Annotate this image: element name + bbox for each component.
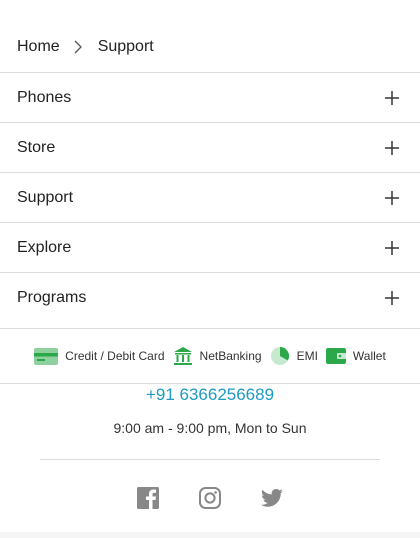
support-phone-link[interactable]: +91 6366256689 [0, 385, 420, 405]
accordion-label: Support [17, 188, 74, 206]
payment-emi: EMI [270, 346, 318, 366]
support-hours: 9:00 am - 9:00 pm, Mon to Sun [113, 420, 307, 436]
credit-card-icon [34, 347, 59, 365]
plus-icon [385, 190, 399, 205]
plus-icon [385, 90, 399, 105]
breadcrumb-home-link[interactable]: Home [17, 38, 60, 56]
accordion-item-store[interactable]: Store [0, 122, 420, 172]
accordion-item-explore[interactable]: Explore [0, 222, 420, 272]
social-links [0, 486, 420, 510]
instagram-icon[interactable] [198, 486, 222, 510]
accordion-item-phones[interactable]: Phones [0, 72, 420, 122]
payment-card: Credit / Debit Card [34, 347, 165, 365]
twitter-icon[interactable] [260, 486, 284, 510]
payment-netbanking: NetBanking [173, 346, 262, 366]
bottom-band [0, 532, 420, 538]
accordion-item-programs[interactable]: Programs [0, 272, 420, 322]
accordion-label: Store [17, 138, 56, 156]
footer-accordion: Phones Store Support Explore Programs [0, 72, 420, 322]
pie-icon [270, 347, 289, 365]
breadcrumb-current: Support [97, 38, 154, 55]
accordion-label: Programs [17, 288, 87, 306]
accordion-label: Phones [17, 88, 72, 106]
chevron-right-icon [74, 40, 84, 54]
divider [40, 459, 380, 460]
payment-card-label: Credit / Debit Card [65, 349, 165, 363]
payment-wallet: Wallet [325, 348, 386, 364]
accordion-label: Explore [17, 238, 72, 256]
payment-methods: Credit / Debit Card NetBanking EMI Walle… [0, 328, 420, 384]
plus-icon [385, 290, 399, 305]
plus-icon [385, 140, 399, 155]
plus-icon [385, 240, 399, 255]
bank-icon [173, 347, 192, 365]
wallet-icon [325, 348, 346, 364]
payment-emi-label: EMI [296, 349, 318, 363]
payment-netbanking-label: NetBanking [199, 349, 262, 363]
accordion-item-support[interactable]: Support [0, 172, 420, 222]
facebook-icon[interactable] [136, 486, 160, 510]
breadcrumb: Home Support [17, 36, 154, 58]
payment-wallet-label: Wallet [352, 349, 386, 363]
